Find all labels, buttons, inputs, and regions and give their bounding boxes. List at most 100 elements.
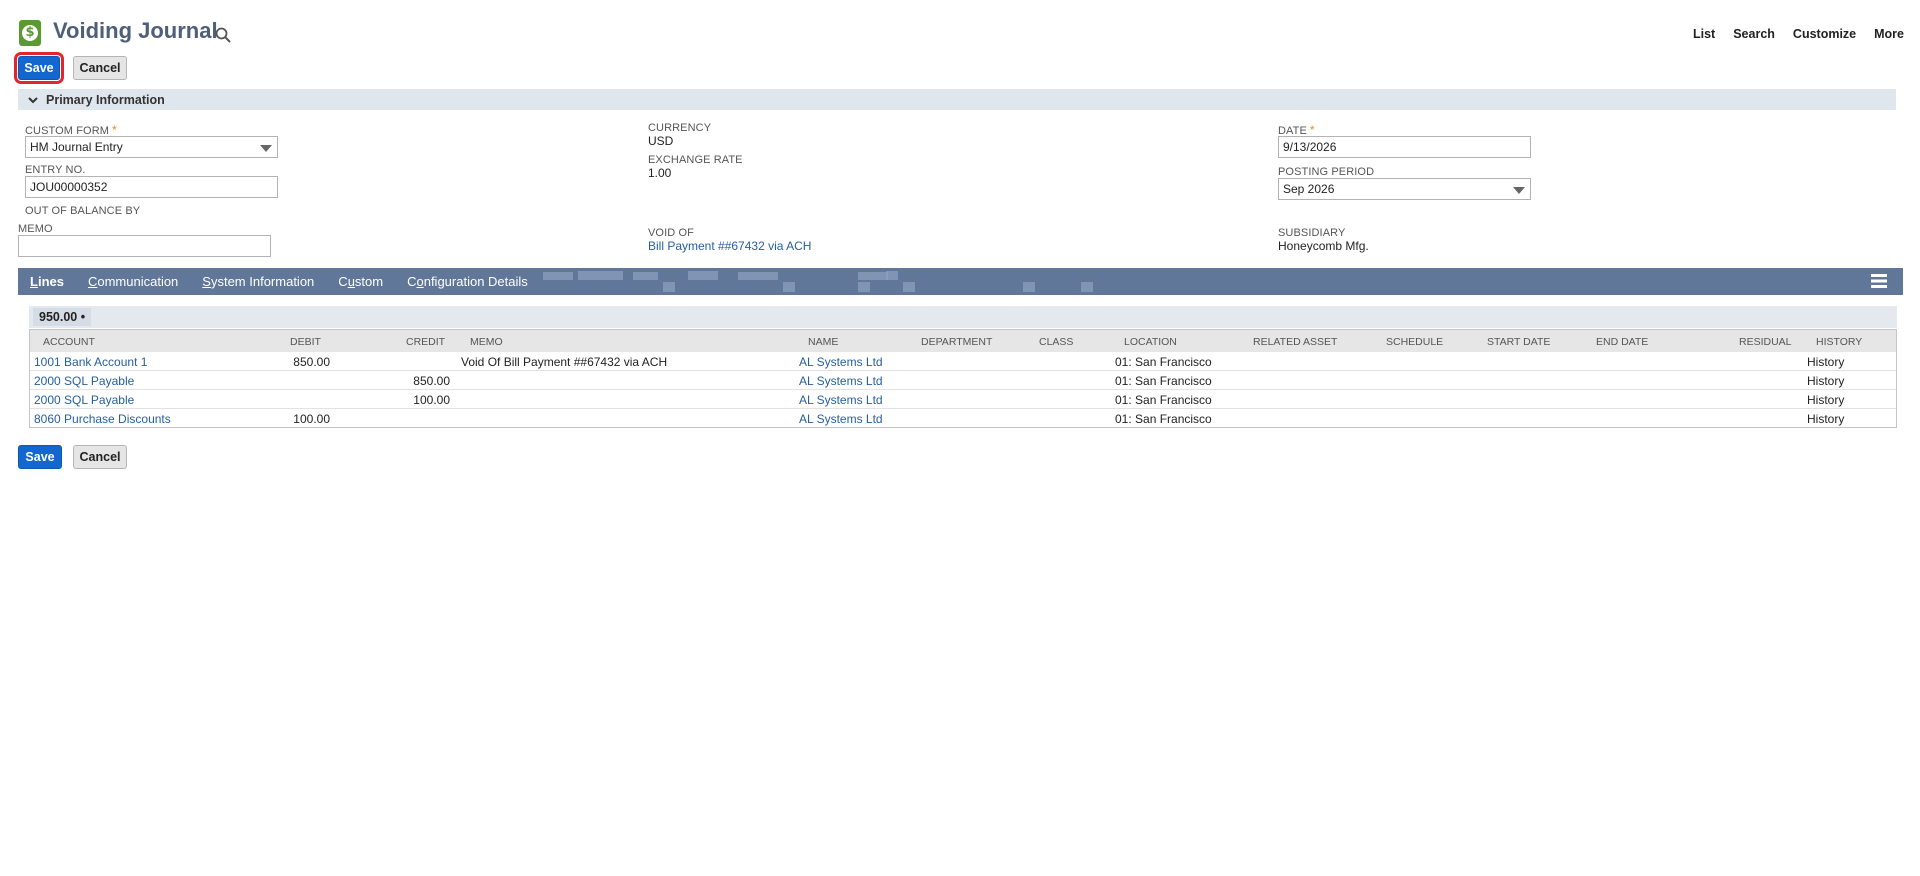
loading-placeholder <box>633 272 658 280</box>
tab-system-information[interactable]: System Information <box>202 274 314 289</box>
save-button-bottom[interactable]: Save <box>18 445 62 469</box>
date-label-wrap: DATE * <box>1278 122 1315 137</box>
lines-total: 950.00 • <box>33 308 92 326</box>
search-icon[interactable] <box>214 26 232 44</box>
save-button[interactable]: Save <box>14 52 64 84</box>
dollar-icon: $ <box>22 25 38 41</box>
loading-placeholder <box>578 271 623 280</box>
col-memo: MEMO <box>470 336 503 348</box>
tab-configuration-details[interactable]: Configuration Details <box>407 274 528 289</box>
col-location: LOCATION <box>1124 336 1177 348</box>
chevron-down-icon <box>1513 187 1525 194</box>
col-residual: RESIDUAL <box>1739 336 1792 348</box>
void-of-link[interactable]: Bill Payment ##67432 via ACH <box>648 239 811 253</box>
line-account[interactable]: 8060 Purchase Discounts <box>34 412 171 426</box>
line-credit: 100.00 <box>413 393 450 407</box>
line-history[interactable]: History <box>1807 412 1844 426</box>
line-name[interactable]: AL Systems Ltd <box>799 393 883 407</box>
nav-more[interactable]: More <box>1874 27 1904 41</box>
line-account[interactable]: 2000 SQL Payable <box>34 374 134 388</box>
col-credit: CREDIT <box>406 336 446 348</box>
memo-label: MEMO <box>18 223 53 235</box>
line-location: 01: San Francisco <box>1115 393 1212 407</box>
line-account[interactable]: 1001 Bank Account 1 <box>34 355 147 369</box>
currency-value: USD <box>648 134 674 148</box>
loading-placeholder <box>858 272 888 280</box>
line-name[interactable]: AL Systems Ltd <box>799 374 883 388</box>
line-debit: 100.00 <box>293 412 330 426</box>
col-history: HISTORY <box>1816 336 1863 348</box>
table-row[interactable]: 8060 Purchase Discounts 100.00 AL System… <box>30 409 1896 428</box>
loading-placeholder <box>886 271 898 280</box>
lines-total-bar: 950.00 • <box>29 306 1897 328</box>
loading-placeholder <box>688 271 718 280</box>
required-marker: * <box>1309 123 1315 137</box>
posting-period-label: POSTING PERIOD <box>1278 166 1375 178</box>
tab-custom[interactable]: Custom <box>338 274 383 289</box>
custom-form-select[interactable]: HM Journal Entry <box>25 136 278 158</box>
col-schedule: SCHEDULE <box>1386 336 1444 348</box>
tab-lines[interactable]: Lines <box>30 274 64 289</box>
col-start-date: START DATE <box>1487 336 1551 348</box>
line-history[interactable]: History <box>1807 393 1844 407</box>
void-of-label: VOID OF <box>648 227 694 239</box>
list-view-icon[interactable] <box>1871 274 1887 288</box>
tab-communication[interactable]: Communication <box>88 274 178 289</box>
line-name[interactable]: AL Systems Ltd <box>799 355 883 369</box>
custom-form-label-wrap: CUSTOM FORM * <box>25 122 117 137</box>
line-debit: 850.00 <box>293 355 330 369</box>
required-marker: * <box>112 123 117 137</box>
entry-no-value: JOU00000352 <box>30 180 108 194</box>
currency-label: CURRENCY <box>648 122 712 134</box>
entry-no-label: ENTRY NO. <box>25 164 86 176</box>
cancel-button[interactable]: Cancel <box>73 56 127 80</box>
loading-placeholder <box>663 282 675 292</box>
loading-placeholder <box>738 272 778 280</box>
lines-table: ACCOUNT DEBIT CREDIT MEMO NAME DEPARTMEN… <box>29 329 1897 428</box>
col-account: ACCOUNT <box>43 336 95 348</box>
loading-placeholder <box>1023 282 1035 292</box>
section-label: Primary Information <box>46 92 165 107</box>
loading-placeholder <box>903 282 915 292</box>
date-field[interactable]: 9/13/2026 <box>1278 136 1531 158</box>
nav-search[interactable]: Search <box>1733 27 1775 41</box>
line-location: 01: San Francisco <box>1115 374 1212 388</box>
table-row[interactable]: 2000 SQL Payable 100.00 AL Systems Ltd 0… <box>30 390 1896 409</box>
table-row[interactable]: 1001 Bank Account 1 850.00 Void Of Bill … <box>30 352 1896 371</box>
memo-field[interactable] <box>18 235 271 257</box>
line-memo: Void Of Bill Payment ##67432 via ACH <box>461 355 668 369</box>
cancel-button-bottom[interactable]: Cancel <box>73 445 127 469</box>
loading-placeholder <box>543 272 573 280</box>
exchange-rate-value: 1.00 <box>648 166 672 180</box>
chevron-down-icon <box>28 96 38 103</box>
custom-form-value: HM Journal Entry <box>30 140 123 154</box>
out-of-balance-label: OUT OF BALANCE BY <box>25 205 141 217</box>
posting-period-select[interactable]: Sep 2026 <box>1278 178 1531 200</box>
line-account[interactable]: 2000 SQL Payable <box>34 393 134 407</box>
exchange-rate-label: EXCHANGE RATE <box>648 154 743 166</box>
page-title: Voiding Journal <box>53 18 218 43</box>
col-name: NAME <box>808 336 839 348</box>
col-debit: DEBIT <box>290 336 321 348</box>
nav-list[interactable]: List <box>1693 27 1715 41</box>
table-header: ACCOUNT DEBIT CREDIT MEMO NAME DEPARTMEN… <box>30 330 1896 352</box>
line-history[interactable]: History <box>1807 355 1844 369</box>
subtab-bar: Lines Communication System Information C… <box>18 268 1903 295</box>
posting-period-value: Sep 2026 <box>1283 182 1335 196</box>
loading-placeholder <box>858 282 870 292</box>
journal-app-icon: $ <box>19 20 41 46</box>
nav-customize[interactable]: Customize <box>1793 27 1856 41</box>
col-related-asset: RELATED ASSET <box>1253 336 1338 348</box>
line-history[interactable]: History <box>1807 374 1844 388</box>
loading-placeholder <box>783 282 795 292</box>
subsidiary-label: SUBSIDIARY <box>1278 227 1346 239</box>
line-location: 01: San Francisco <box>1115 355 1212 369</box>
entry-no-field[interactable]: JOU00000352 <box>25 176 278 198</box>
table-row[interactable]: 2000 SQL Payable 850.00 AL Systems Ltd 0… <box>30 371 1896 390</box>
line-name[interactable]: AL Systems Ltd <box>799 412 883 426</box>
line-credit: 850.00 <box>413 374 450 388</box>
chevron-down-icon <box>260 145 272 152</box>
primary-information-header[interactable]: Primary Information <box>18 89 1896 110</box>
col-class: CLASS <box>1039 336 1074 348</box>
col-department: DEPARTMENT <box>921 336 993 348</box>
